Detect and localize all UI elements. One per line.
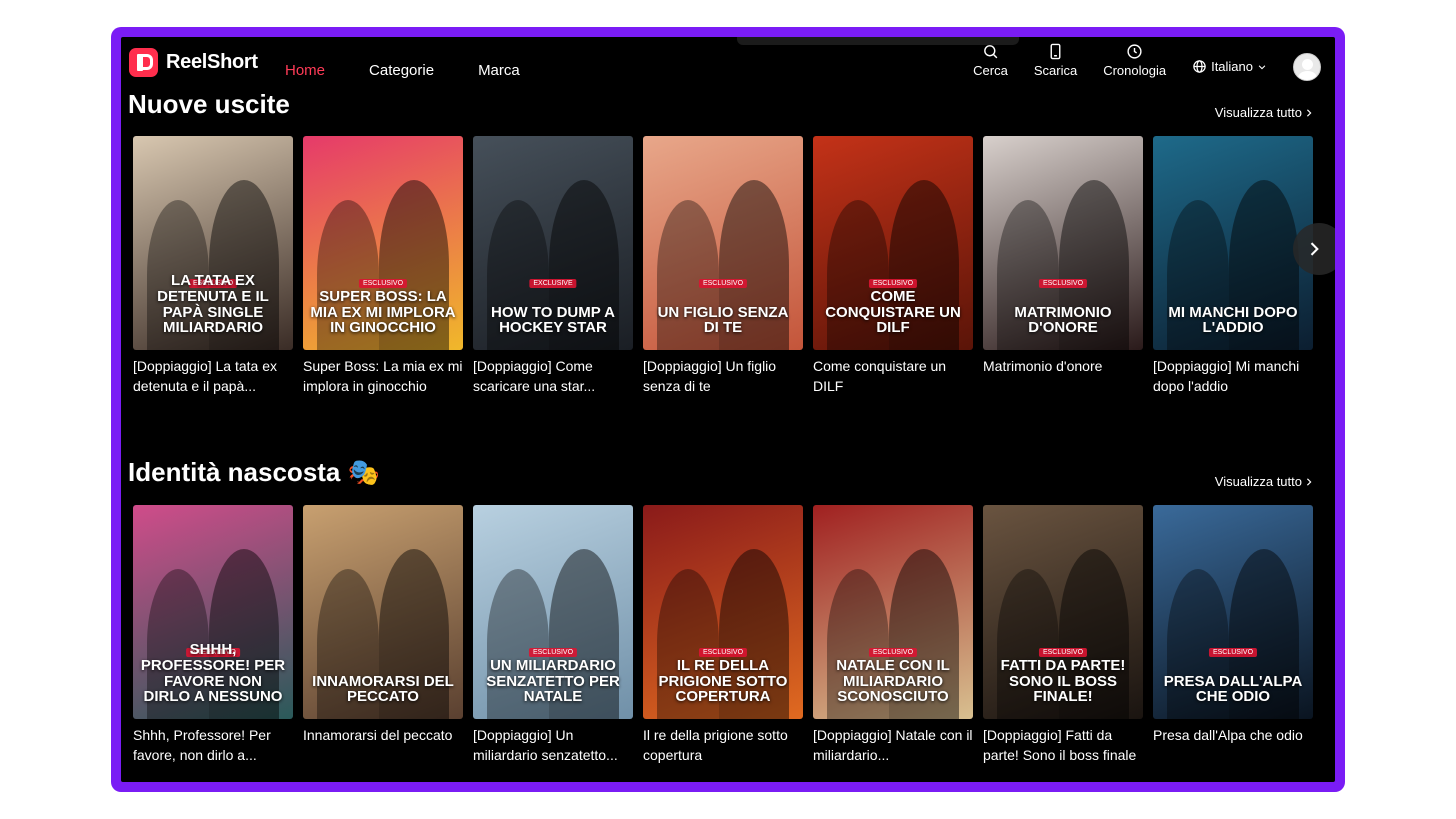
chevron-right-icon (1306, 477, 1312, 486)
exclusive-badge: ESCLUSIVO (1038, 648, 1088, 657)
drama-card[interactable]: ESCLUSIVO NATALE CON IL MILIARDARIO SCONO… (813, 505, 973, 765)
app-screen: ReelShort Home Categorie Marca Cerca Sca… (121, 37, 1335, 782)
poster-title: UN MILIARDARIO SENZATETTO per Natale (486, 656, 620, 706)
drama-poster[interactable]: ESCLUSIVO FATTI DA PARTE! SONO IL BOSS Fi… (983, 505, 1143, 719)
exclusive-badge: ESCLUSIVO (528, 648, 578, 657)
exclusive-badge: ESCLUSIVO (868, 648, 918, 657)
drama-card[interactable]: ESCLUSIVO UN MILIARDARIO SENZATETTO per N… (473, 505, 633, 765)
drama-poster[interactable]: INNAMORARSI DEL PECCATO (303, 505, 463, 719)
poster-title: IL RE DELLA PRIGIONE SOTTO COPERTURA (658, 656, 788, 706)
poster-title: INNAMORARSI DEL PECCATO (312, 672, 454, 706)
poster-row: INTERATTIVO SHHH, PROFESSORE! PER FAVORE … (133, 505, 1313, 765)
drama-card[interactable]: ESCLUSIVO FATTI DA PARTE! SONO IL BOSS Fi… (983, 505, 1143, 765)
drama-card[interactable]: INNAMORARSI DEL PECCATO Innamorarsi del p… (303, 505, 463, 765)
drama-poster[interactable]: ESCLUSIVO IL RE DELLA PRIGIONE SOTTO COPE… (643, 505, 803, 719)
exclusive-badge: ESCLUSIVO (698, 648, 748, 657)
drama-title[interactable]: Shhh, Professore! Per favore, non dirlo … (133, 725, 293, 765)
drama-poster[interactable]: ESCLUSIVO NATALE CON IL MILIARDARIO SCONO… (813, 505, 973, 719)
drama-title[interactable]: [Doppiaggio] Un miliardario senzatetto..… (473, 725, 633, 765)
drama-title[interactable]: Innamorarsi del peccato (303, 725, 463, 765)
poster-title: NATALE CON IL MILIARDARIO SCONOSCIUTO (836, 656, 950, 706)
drama-title[interactable]: [Doppiaggio] Fatti da parte! Sono il bos… (983, 725, 1143, 765)
section-hidden-identity: Identità nascosta 🎭 Visualizza tutto INT… (121, 37, 1335, 782)
drama-poster[interactable]: ESCLUSIVO PRESA DALL'ALPA CHE ODIO (1153, 505, 1313, 719)
poster-title: PRESA DALL'ALPA CHE ODIO (1163, 672, 1303, 706)
drama-title[interactable]: Il re della prigione sotto copertura (643, 725, 803, 765)
device-frame: ReelShort Home Categorie Marca Cerca Sca… (111, 27, 1345, 792)
drama-card[interactable]: INTERATTIVO SHHH, PROFESSORE! PER FAVORE … (133, 505, 293, 765)
poster-title: FATTI DA PARTE! SONO IL BOSS Finale! (1000, 656, 1126, 706)
poster-title: SHHH, PROFESSORE! PER FAVORE Non dirlo a… (140, 641, 286, 706)
drama-poster[interactable]: INTERATTIVO SHHH, PROFESSORE! PER FAVORE … (133, 505, 293, 719)
drama-title[interactable]: Presa dall'Alpa che odio (1153, 725, 1313, 765)
view-all-label: Visualizza tutto (1214, 474, 1302, 489)
exclusive-badge: ESCLUSIVO (1208, 648, 1258, 657)
drama-poster[interactable]: ESCLUSIVO UN MILIARDARIO SENZATETTO per N… (473, 505, 633, 719)
section-title: Identità nascosta 🎭 (128, 457, 380, 487)
drama-card[interactable]: ESCLUSIVO PRESA DALL'ALPA CHE ODIO Presa d… (1153, 505, 1313, 765)
drama-title[interactable]: [Doppiaggio] Natale con il miliardario..… (813, 725, 973, 765)
view-all-link[interactable]: Visualizza tutto (1215, 474, 1313, 489)
drama-card[interactable]: ESCLUSIVO IL RE DELLA PRIGIONE SOTTO COPE… (643, 505, 803, 765)
